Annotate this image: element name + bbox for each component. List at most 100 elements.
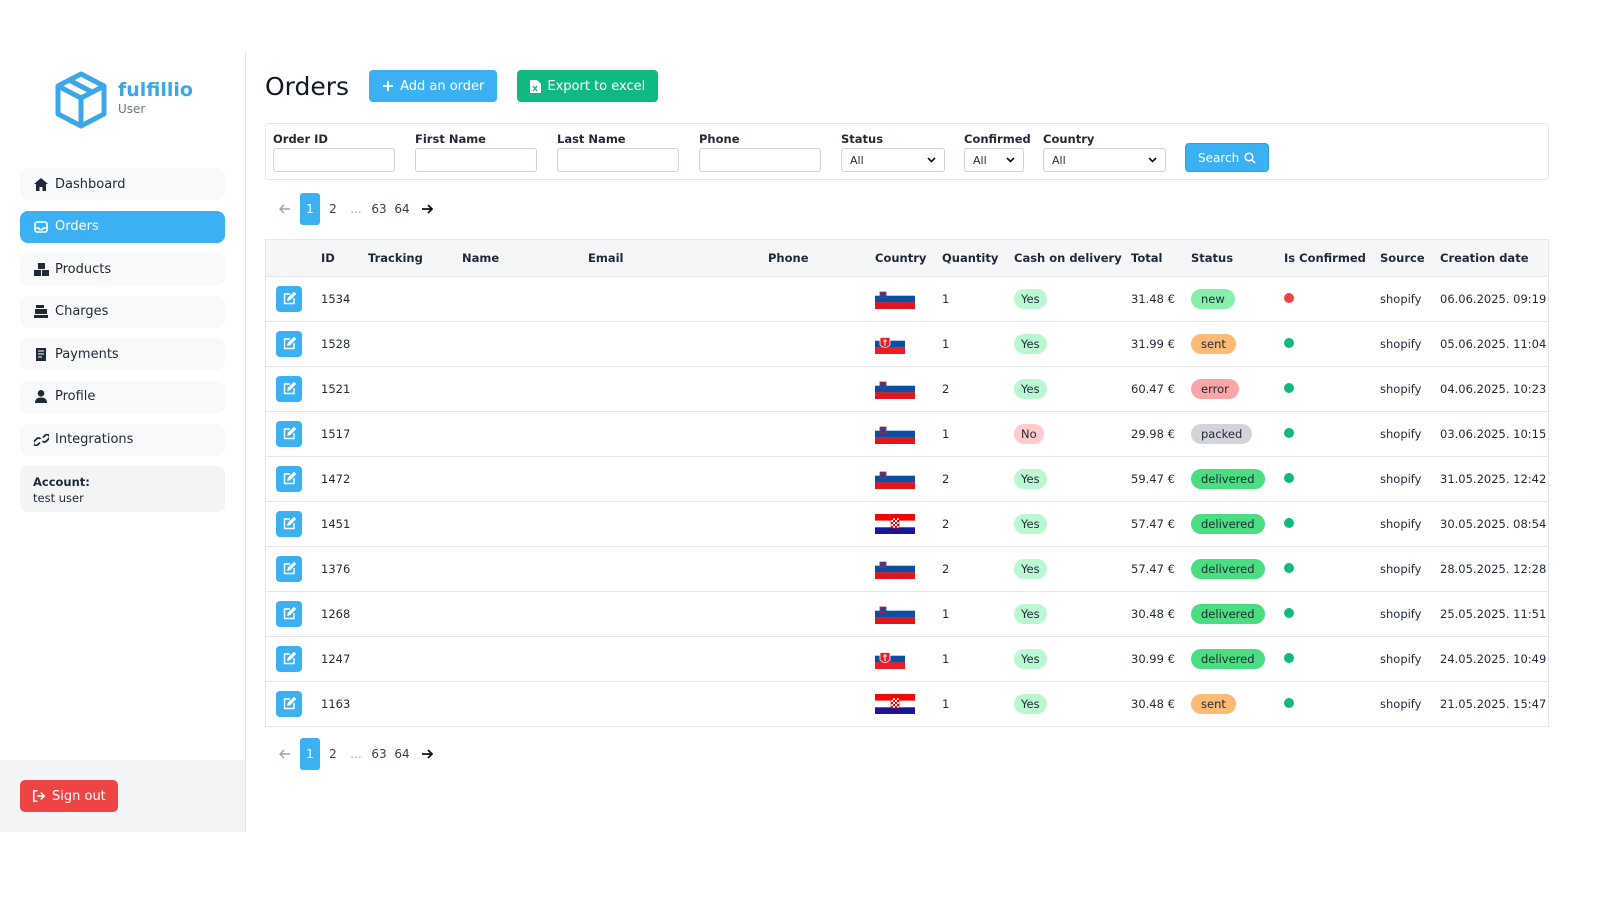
order-id-cell[interactable]: 1163 (321, 681, 368, 726)
last-name-input[interactable] (557, 148, 679, 172)
page-link-64[interactable]: 64 (392, 193, 412, 225)
date-cell: 25.05.2025. 11:51 (1440, 606, 1547, 621)
pagination-ellipsis: ... (350, 202, 362, 216)
country-flag-icon (875, 591, 942, 636)
prev-page-arrow-icon[interactable] (273, 193, 297, 225)
order-id-cell[interactable]: 1517 (321, 411, 368, 456)
order-id-cell[interactable]: 1268 (321, 591, 368, 636)
edit-order-button[interactable] (276, 330, 302, 357)
cube-logo-icon (55, 71, 107, 129)
sidebar-item-payments[interactable]: Payments (20, 338, 225, 371)
cod-cell: Yes (1014, 321, 1131, 366)
tracking-cell (368, 276, 462, 321)
table-row[interactable]: 1268 1 Yes 30.48 € delivered shopify 25.… (266, 591, 1548, 636)
last-name-label: Last Name (557, 132, 626, 146)
table-row[interactable]: 1472 2 Yes 59.47 € delivered shopify 31.… (266, 456, 1548, 501)
order-id-cell[interactable]: 1376 (321, 546, 368, 591)
status-badge: delivered (1191, 558, 1265, 579)
sidebar-item-orders[interactable]: Orders (20, 210, 225, 243)
total-cell: 30.99 € (1131, 651, 1175, 666)
first-name-input[interactable] (415, 148, 537, 172)
export-excel-button[interactable]: Export to excel (517, 70, 659, 102)
sign-out-icon (32, 789, 46, 803)
sidebar-item-charges[interactable]: Charges (20, 295, 225, 328)
column-header-actions (266, 240, 321, 277)
row-actions-cell (266, 636, 321, 681)
row-actions-cell (266, 501, 321, 546)
page-link-1[interactable]: 1 (300, 193, 320, 225)
status-badge: new (1191, 288, 1235, 309)
status-cell: error (1191, 366, 1284, 411)
row-actions-cell (266, 366, 321, 411)
table-row[interactable]: 1376 2 Yes 57.47 € delivered shopify 28.… (266, 546, 1548, 591)
total-cell: 30.48 € (1131, 606, 1175, 621)
source-cell: shopify (1380, 516, 1422, 531)
sign-out-button[interactable]: Sign out (20, 780, 118, 812)
order-id-cell[interactable]: 1451 (321, 501, 368, 546)
phone-input[interactable] (699, 148, 821, 172)
sidebar-item-label: Profile (55, 389, 96, 405)
edit-order-button[interactable] (276, 510, 302, 537)
order-id-cell[interactable]: 1247 (321, 636, 368, 681)
country-select[interactable]: All (1043, 148, 1166, 172)
sidebar-item-profile[interactable]: Profile (20, 380, 225, 413)
orders-table: ID Tracking Name Email Phone Country Quantity C… (265, 239, 1549, 727)
next-page-arrow-icon[interactable] (415, 738, 439, 770)
confirmed-cell (1284, 456, 1380, 501)
confirmed-select[interactable]: All (964, 148, 1024, 172)
order-id-cell[interactable]: 1534 (321, 276, 368, 321)
sidebar-item-label: Orders (55, 219, 99, 235)
status-select-value: All (850, 153, 864, 167)
edit-icon (283, 562, 296, 575)
table-row[interactable]: 1247 1 Yes 30.99 € delivered shopify 24.… (266, 636, 1548, 681)
status-cell: packed (1191, 411, 1284, 456)
cod-cell: No (1014, 411, 1131, 456)
table-row[interactable]: 1451 2 Yes 57.47 € delivered shopify 30.… (266, 501, 1548, 546)
brand-logo[interactable]: fulfillio User (52, 70, 193, 130)
order-id-input[interactable] (273, 148, 395, 172)
prev-page-arrow-icon[interactable] (273, 738, 297, 770)
page-link-2[interactable]: 2 (323, 738, 343, 770)
next-page-arrow-icon[interactable] (415, 193, 439, 225)
edit-order-button[interactable] (276, 555, 302, 582)
source-cell: shopify (1380, 426, 1422, 441)
page-link-64[interactable]: 64 (392, 738, 412, 770)
edit-order-button[interactable] (276, 690, 302, 717)
edit-order-button[interactable] (276, 420, 302, 447)
column-header-name: Name (462, 240, 588, 277)
edit-order-button[interactable] (276, 600, 302, 627)
order-id-cell[interactable]: 1528 (321, 321, 368, 366)
edit-order-button[interactable] (276, 285, 302, 312)
search-button[interactable]: Search (1185, 143, 1270, 172)
table-row[interactable]: 1517 1 No 29.98 € packed shopify 03.06.2… (266, 411, 1548, 456)
page-link-63[interactable]: 63 (369, 738, 389, 770)
status-cell: delivered (1191, 636, 1284, 681)
table-row[interactable]: 1534 1 Yes 31.48 € new shopify 06.06.202… (266, 276, 1548, 321)
cod-badge: No (1014, 423, 1044, 444)
table-row[interactable]: 1163 1 Yes 30.48 € sent shopify 21.05.20… (266, 681, 1548, 726)
sidebar-item-integrations[interactable]: Integrations (20, 423, 225, 456)
edit-order-button[interactable] (276, 375, 302, 402)
page-link-2[interactable]: 2 (323, 193, 343, 225)
edit-order-button[interactable] (276, 465, 302, 492)
table-row[interactable]: 1528 1 Yes 31.99 € sent shopify 05.06.20… (266, 321, 1548, 366)
edit-order-button[interactable] (276, 645, 302, 672)
sidebar-item-products[interactable]: Products (20, 253, 225, 286)
order-id-cell[interactable]: 1472 (321, 456, 368, 501)
phone-cell (768, 546, 875, 591)
table-row[interactable]: 1521 2 Yes 60.47 € error shopify 04.06.2… (266, 366, 1548, 411)
status-select[interactable]: All (841, 148, 945, 172)
page-link-1[interactable]: 1 (300, 738, 320, 770)
quantity-cell: 2 (942, 561, 950, 576)
order-id-cell[interactable]: 1521 (321, 366, 368, 411)
country-flag-icon (875, 456, 942, 501)
confirmed-cell (1284, 411, 1380, 456)
page-link-63[interactable]: 63 (369, 193, 389, 225)
cod-badge: Yes (1014, 378, 1047, 399)
add-order-button[interactable]: Add an order (369, 70, 498, 102)
chevron-down-icon (1006, 157, 1015, 163)
status-cell: new (1191, 276, 1284, 321)
status-badge: sent (1191, 333, 1236, 354)
filter-bar: Order ID First Name Last Name Phone Stat… (265, 123, 1549, 180)
sidebar-item-dashboard[interactable]: Dashboard (20, 168, 225, 200)
